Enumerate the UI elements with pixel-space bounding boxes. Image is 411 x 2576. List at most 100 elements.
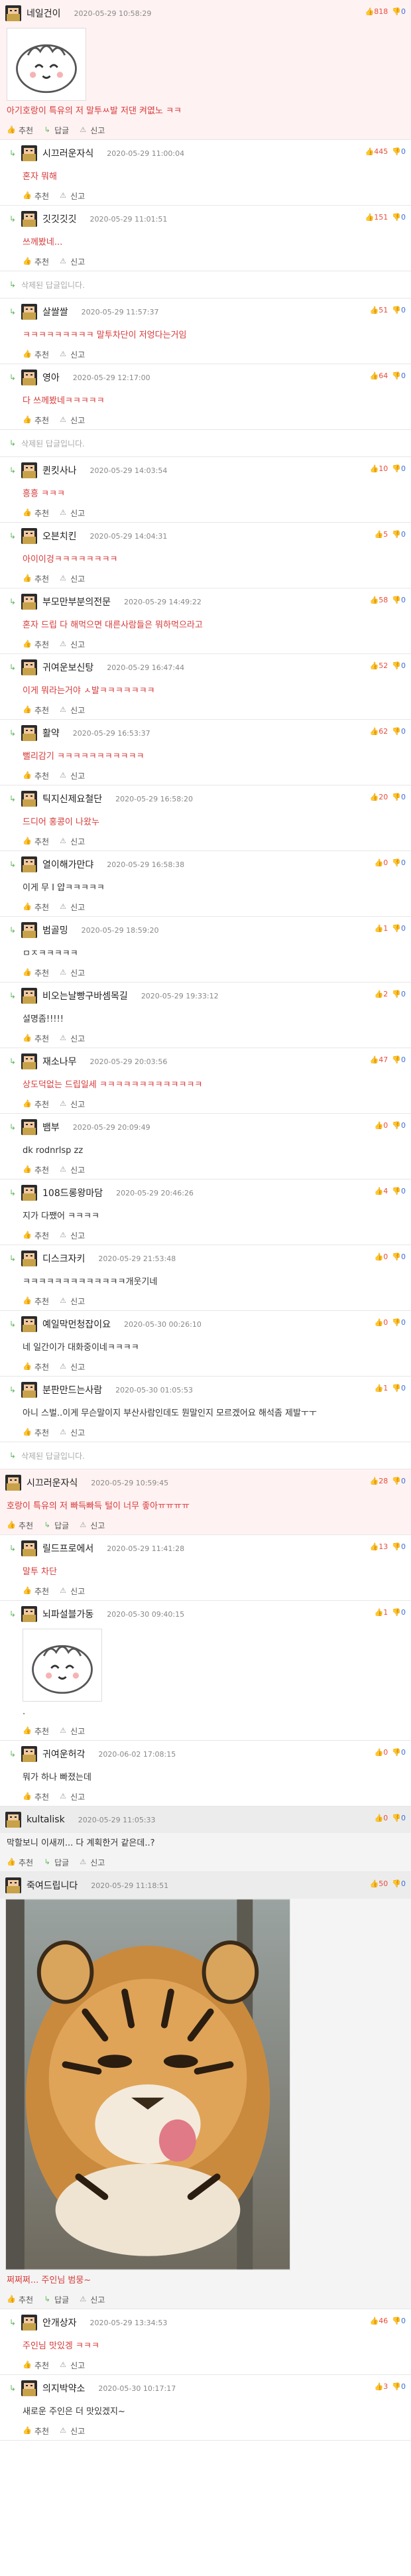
- nickname[interactable]: 부모만부분의전문: [42, 595, 111, 608]
- recommend-button[interactable]: 👍 추천: [23, 1099, 49, 1110]
- upvote-count[interactable]: 👍1: [375, 1608, 388, 1617]
- downvote-count[interactable]: 👎0: [392, 2382, 406, 2391]
- nickname[interactable]: 죽여드립니다: [27, 1879, 78, 1892]
- report-button[interactable]: ⚠ 신고: [78, 125, 105, 136]
- recommend-button[interactable]: 👍 추천: [23, 902, 49, 913]
- report-button[interactable]: ⚠ 신고: [78, 2294, 105, 2305]
- downvote-count[interactable]: 👎0: [392, 1318, 406, 1327]
- avatar[interactable]: [5, 1812, 21, 1828]
- report-button[interactable]: ⚠ 신고: [58, 967, 85, 979]
- upvote-count[interactable]: 👍5: [375, 530, 388, 539]
- report-button[interactable]: ⚠ 신고: [58, 639, 85, 650]
- nickname[interactable]: 영아: [42, 371, 60, 384]
- avatar[interactable]: [21, 2315, 37, 2331]
- upvote-count[interactable]: 👍0: [375, 1253, 388, 1261]
- nickname[interactable]: kultalisk: [27, 1814, 65, 1825]
- recommend-button[interactable]: 👍 추천: [23, 1791, 49, 1802]
- recommend-button[interactable]: 👍 추천: [23, 1427, 49, 1438]
- nickname[interactable]: 의지박약소: [42, 2382, 85, 2395]
- recommend-button[interactable]: 👍 추천: [7, 2294, 33, 2305]
- upvote-count[interactable]: 👍51: [370, 306, 388, 314]
- upvote-count[interactable]: 👍13: [370, 1542, 388, 1551]
- recommend-button[interactable]: 👍 추천: [23, 573, 49, 584]
- avatar[interactable]: [21, 856, 37, 872]
- downvote-count[interactable]: 👎0: [392, 1055, 406, 1064]
- recommend-button[interactable]: 👍 추천: [7, 1520, 33, 1531]
- report-button[interactable]: ⚠ 신고: [58, 2360, 85, 2371]
- downvote-count[interactable]: 👎0: [392, 924, 406, 933]
- upvote-count[interactable]: 👍0: [375, 1748, 388, 1757]
- nickname[interactable]: 재소나무: [42, 1055, 77, 1068]
- nickname[interactable]: 릴드프로에서: [42, 1542, 93, 1555]
- nickname[interactable]: 깃깃깃깃: [42, 212, 77, 226]
- upvote-count[interactable]: 👍50: [370, 1879, 388, 1888]
- recommend-button[interactable]: 👍 추천: [23, 1361, 49, 1373]
- recommend-button[interactable]: 👍 추천: [23, 639, 49, 650]
- upvote-count[interactable]: 👍3: [375, 2382, 388, 2391]
- avatar[interactable]: [21, 659, 37, 675]
- downvote-count[interactable]: 👎0: [392, 372, 406, 380]
- avatar[interactable]: [21, 370, 37, 385]
- report-button[interactable]: ⚠ 신고: [58, 190, 85, 202]
- downvote-count[interactable]: 👎0: [392, 464, 406, 473]
- recommend-button[interactable]: 👍 추천: [7, 1857, 33, 1868]
- upvote-count[interactable]: 👍58: [370, 596, 388, 604]
- avatar[interactable]: [21, 1251, 37, 1266]
- downvote-count[interactable]: 👎0: [392, 1879, 406, 1888]
- upvote-count[interactable]: 👍0: [375, 1318, 388, 1327]
- avatar[interactable]: [21, 528, 37, 544]
- recommend-button[interactable]: 👍 추천: [23, 1230, 49, 1241]
- reply-button[interactable]: ↳ 답글: [42, 1520, 69, 1531]
- report-button[interactable]: ⚠ 신고: [58, 1296, 85, 1307]
- avatar[interactable]: [21, 725, 37, 741]
- downvote-count[interactable]: 👎0: [392, 990, 406, 998]
- upvote-count[interactable]: 👍1: [375, 924, 388, 933]
- nickname[interactable]: 예일막먼청잡이요: [42, 1318, 111, 1331]
- downvote-count[interactable]: 👎0: [392, 858, 406, 867]
- recommend-button[interactable]: 👍 추천: [23, 2425, 49, 2437]
- avatar[interactable]: [21, 145, 37, 161]
- avatar[interactable]: [5, 1877, 21, 1893]
- avatar[interactable]: [21, 922, 37, 938]
- nickname[interactable]: 뱀부: [42, 1120, 60, 1134]
- avatar[interactable]: [21, 791, 37, 807]
- upvote-count[interactable]: 👍1: [375, 1384, 388, 1392]
- downvote-count[interactable]: 👎0: [392, 213, 406, 222]
- recommend-button[interactable]: 👍 추천: [23, 2360, 49, 2371]
- avatar[interactable]: [21, 1185, 37, 1201]
- nickname[interactable]: 안개상자: [42, 2316, 77, 2329]
- avatar[interactable]: [21, 1316, 37, 1332]
- report-button[interactable]: ⚠ 신고: [58, 349, 85, 360]
- nickname[interactable]: 시끄러운자식: [27, 1476, 78, 1489]
- reply-button[interactable]: ↳ 답글: [42, 1857, 69, 1868]
- upvote-count[interactable]: 👍0: [375, 1121, 388, 1130]
- nickname[interactable]: 살쌀쌀: [42, 305, 68, 318]
- upvote-count[interactable]: 👍10: [370, 464, 388, 473]
- upvote-count[interactable]: 👍47: [370, 1055, 388, 1064]
- report-button[interactable]: ⚠ 신고: [58, 1099, 85, 1110]
- recommend-button[interactable]: 👍 추천: [23, 415, 49, 426]
- report-button[interactable]: ⚠ 신고: [58, 573, 85, 584]
- downvote-count[interactable]: 👎0: [392, 1187, 406, 1195]
- nickname[interactable]: 틱지신제요철단: [42, 792, 102, 805]
- recommend-button[interactable]: 👍 추천: [23, 836, 49, 847]
- downvote-count[interactable]: 👎0: [392, 1121, 406, 1130]
- avatar[interactable]: [21, 211, 37, 227]
- downvote-count[interactable]: 👎0: [392, 1814, 406, 1822]
- downvote-count[interactable]: 👎0: [392, 793, 406, 801]
- nickname[interactable]: 디스크자키: [42, 1252, 85, 1265]
- report-button[interactable]: ⚠ 신고: [58, 770, 85, 781]
- downvote-count[interactable]: 👎0: [392, 147, 406, 156]
- upvote-count[interactable]: 👍52: [370, 661, 388, 670]
- recommend-button[interactable]: 👍 추천: [23, 508, 49, 519]
- upvote-count[interactable]: 👍0: [375, 1814, 388, 1822]
- avatar[interactable]: [5, 1475, 21, 1491]
- avatar[interactable]: [21, 1119, 37, 1135]
- downvote-count[interactable]: 👎0: [392, 530, 406, 539]
- avatar[interactable]: [21, 304, 37, 320]
- reply-button[interactable]: ↳ 답글: [42, 2294, 69, 2305]
- upvote-count[interactable]: 👍445: [365, 147, 388, 156]
- report-button[interactable]: ⚠ 신고: [58, 256, 85, 267]
- report-button[interactable]: ⚠ 신고: [58, 1361, 85, 1373]
- nickname[interactable]: 뇌파설블가동: [42, 1607, 93, 1621]
